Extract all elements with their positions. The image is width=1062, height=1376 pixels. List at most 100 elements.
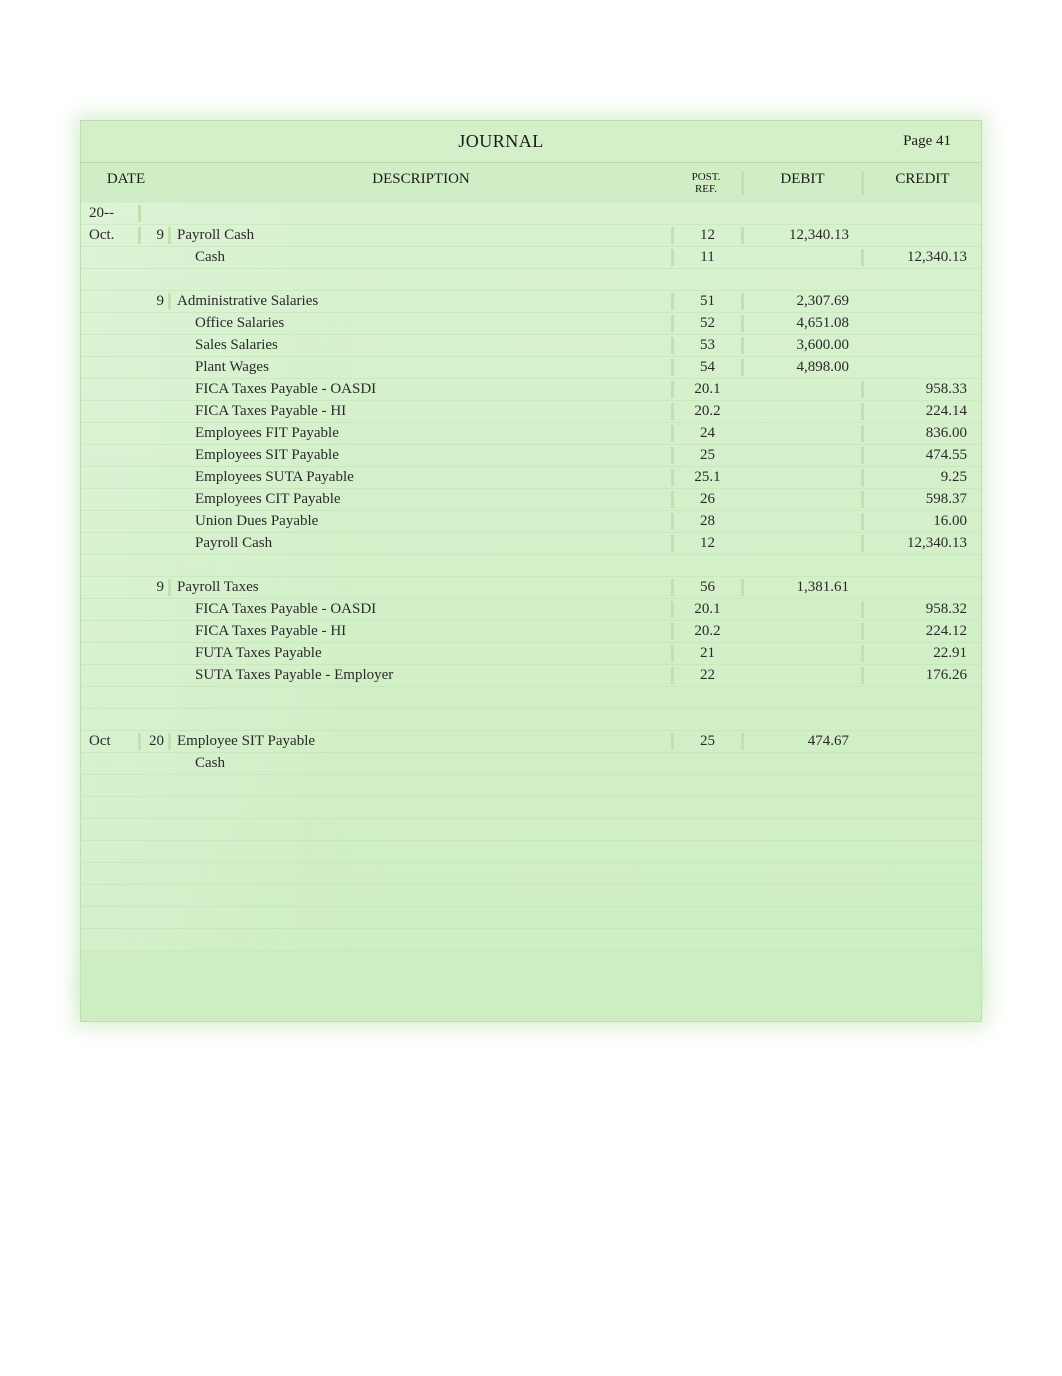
cell-day: 9 [141,293,171,310]
cell-description: Union Dues Payable [171,513,671,530]
cell-post-ref: 20.2 [671,403,741,420]
journal-row [81,709,981,731]
cell-description: FICA Taxes Payable - OASDI [171,381,671,398]
cell-credit: 958.33 [861,381,981,398]
header-credit: CREDIT [861,171,981,195]
cell-debit: 4,898.00 [741,359,861,376]
journal-row: Employees SIT Payable25 474.55 [81,445,981,467]
journal-row: Sales Salaries533,600.00 [81,335,981,357]
header-post: POST. [692,171,721,183]
cell-post-ref: 26 [671,491,741,508]
cell-credit: 22.91 [861,645,981,662]
cell-description: Administrative Salaries [171,293,671,310]
cell-post-ref: 25 [671,447,741,464]
journal-row [81,555,981,577]
cell-day: 9 [141,579,171,596]
cell-day: 20 [141,733,171,750]
journal-row [81,775,981,797]
cell-description: FICA Taxes Payable - HI [171,403,671,420]
header-description: DESCRIPTION [171,171,671,195]
journal-row: Oct20Employee SIT Payable25474.67 [81,731,981,753]
cell-post-ref: 11 [671,249,741,266]
journal-row [81,863,981,885]
cell-description: FUTA Taxes Payable [171,645,671,662]
cell-debit: 12,340.13 [741,227,861,244]
cell-date: Oct [81,733,141,750]
journal-row: Oct.9Payroll Cash1212,340.13 [81,225,981,247]
cell-debit: 1,381.61 [741,579,861,596]
cell-post-ref: 52 [671,315,741,332]
journal-row: FICA Taxes Payable - OASDI20.1 958.32 [81,599,981,621]
journal-row [81,819,981,841]
cell-description: Sales Salaries [171,337,671,354]
journal-row: Office Salaries524,651.08 [81,313,981,335]
cell-date: 20-- [81,205,141,222]
journal-row: FUTA Taxes Payable21 22.91 [81,643,981,665]
cell-date: Oct. [81,227,141,244]
header-ref: REF. [695,183,717,195]
cell-description: Plant Wages [171,359,671,376]
journal-row [81,907,981,929]
cell-description: SUTA Taxes Payable - Employer [171,667,671,684]
cell-description: Payroll Taxes [171,579,671,596]
cell-post-ref: 12 [671,227,741,244]
cell-post-ref: 56 [671,579,741,596]
cell-post-ref: 20.1 [671,601,741,618]
journal-row: FICA Taxes Payable - OASDI20.1 958.33 [81,379,981,401]
journal-row: Employees FIT Payable24836.00 [81,423,981,445]
header-date: DATE [81,171,171,195]
cell-post-ref: 53 [671,337,741,354]
journal-row [81,687,981,709]
cell-post-ref: 25 [671,733,741,750]
cell-post-ref: 28 [671,513,741,530]
journal-row: SUTA Taxes Payable - Employer22176.26 [81,665,981,687]
cell-credit: 224.12 [861,623,981,640]
cell-post-ref: 20.2 [671,623,741,640]
cell-credit: 9.25 [861,469,981,486]
journal-row: Employees SUTA Payable25.19.25 [81,467,981,489]
journal-row [81,269,981,291]
journal-title: JOURNAL [171,131,831,152]
page-label: Page [903,133,932,149]
journal-row [81,797,981,819]
journal-row: 20-- [81,203,981,225]
journal-row [81,885,981,907]
header-debit: DEBIT [741,171,861,195]
journal-row: Union Dues Payable2816.00 [81,511,981,533]
journal-row: Employees CIT Payable26598.37 [81,489,981,511]
cell-post-ref: 24 [671,425,741,442]
journal-header-bar: JOURNAL Page 41 [81,121,981,163]
cell-description: FICA Taxes Payable - OASDI [171,601,671,618]
journal-page: Page 41 [831,133,951,150]
bottom-blur [81,941,981,1001]
cell-post-ref: 21 [671,645,741,662]
cell-credit: 958.32 [861,601,981,618]
cell-description: Payroll Cash [171,535,671,552]
journal-row: FICA Taxes Payable - HI20.2 224.12 [81,621,981,643]
cell-credit: 836.00 [861,425,981,442]
cell-post-ref: 20.1 [671,381,741,398]
cell-credit: 176.26 [861,667,981,684]
cell-credit: 474.55 [861,447,981,464]
cell-credit: 12,340.13 [861,249,981,266]
cell-description: Employees SUTA Payable [171,469,671,486]
cell-description: Employees SIT Payable [171,447,671,464]
cell-description: Payroll Cash [171,227,671,244]
cell-debit: 3,600.00 [741,337,861,354]
cell-credit: 598.37 [861,491,981,508]
header-post-ref: POST. REF. [671,171,741,195]
cell-debit: 2,307.69 [741,293,861,310]
journal-row: Plant Wages544,898.00 [81,357,981,379]
journal-row: Payroll Cash1212,340.13 [81,533,981,555]
cell-description: FICA Taxes Payable - HI [171,623,671,640]
cell-credit: 12,340.13 [861,535,981,552]
journal-ledger: JOURNAL Page 41 DATE DESCRIPTION POST. R… [80,120,982,1022]
cell-description: Employee SIT Payable [171,733,671,750]
journal-row: Cash1112,340.13 [81,247,981,269]
cell-day: 9 [141,227,171,244]
cell-debit: 474.67 [741,733,861,750]
cell-credit: 224.14 [861,403,981,420]
cell-description: Office Salaries [171,315,671,332]
cell-post-ref: 54 [671,359,741,376]
column-headers: DATE DESCRIPTION POST. REF. DEBIT CREDIT [81,163,981,203]
